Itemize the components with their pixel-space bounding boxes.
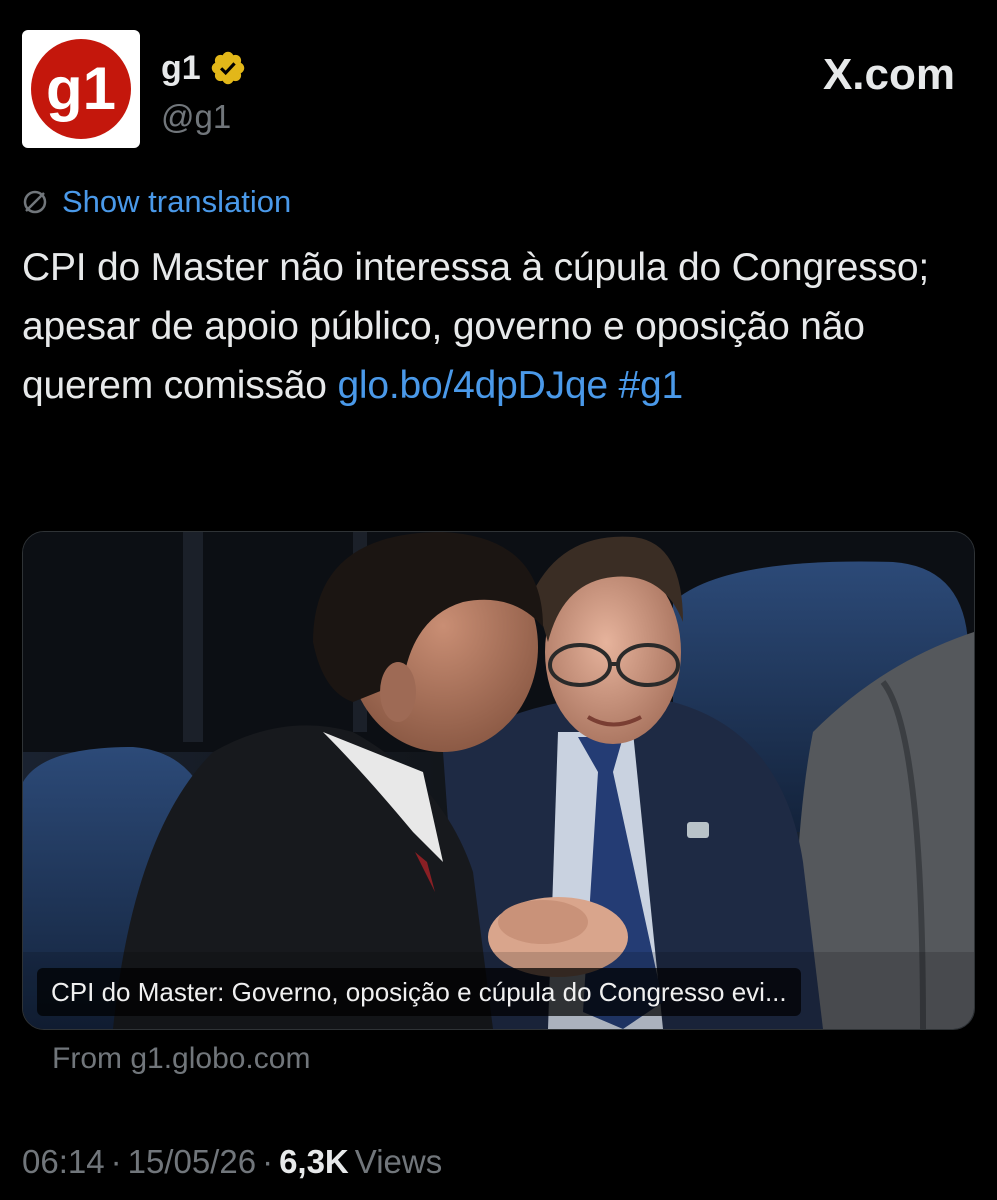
meta-separator: · (110, 1143, 122, 1180)
meta-separator-2: · (262, 1143, 274, 1180)
card-source[interactable]: From g1.globo.com (52, 1042, 310, 1076)
x-com-watermark: X.com (823, 50, 955, 100)
tweet-meta: 06:14 · 15/05/26 · 6,3K Views (22, 1143, 442, 1181)
translate-globe-icon (23, 190, 47, 214)
author-handle[interactable]: @g1 (161, 98, 231, 136)
author-name: g1 (161, 49, 201, 87)
card-caption: CPI do Master: Governo, oposição e cúpul… (37, 968, 801, 1016)
views-label: Views (354, 1143, 443, 1180)
x-com-text: X.com (822, 50, 955, 99)
show-translation-label: Show translation (62, 184, 292, 219)
verified-badge-icon (209, 49, 247, 87)
show-translation-button[interactable]: Show translation (22, 184, 291, 220)
views-count: 6,3K (279, 1143, 349, 1180)
g1-logo-icon: g1 (31, 39, 131, 139)
article-photo (23, 532, 974, 1029)
tweet-text: CPI do Master não interessa à cúpula do … (22, 238, 977, 415)
tweet-link[interactable]: glo.bo/4dpDJqe (337, 364, 608, 407)
link-card[interactable]: CPI do Master: Governo, oposição e cúpul… (22, 531, 975, 1030)
author-name-row[interactable]: g1 (161, 48, 247, 88)
author-avatar[interactable]: g1 (22, 30, 140, 148)
tweet-hashtag[interactable]: #g1 (619, 364, 684, 407)
g1-logo-text: g1 (46, 55, 116, 122)
tweet-date[interactable]: 15/05/26 (128, 1143, 256, 1181)
tweet-time[interactable]: 06:14 (22, 1143, 105, 1181)
